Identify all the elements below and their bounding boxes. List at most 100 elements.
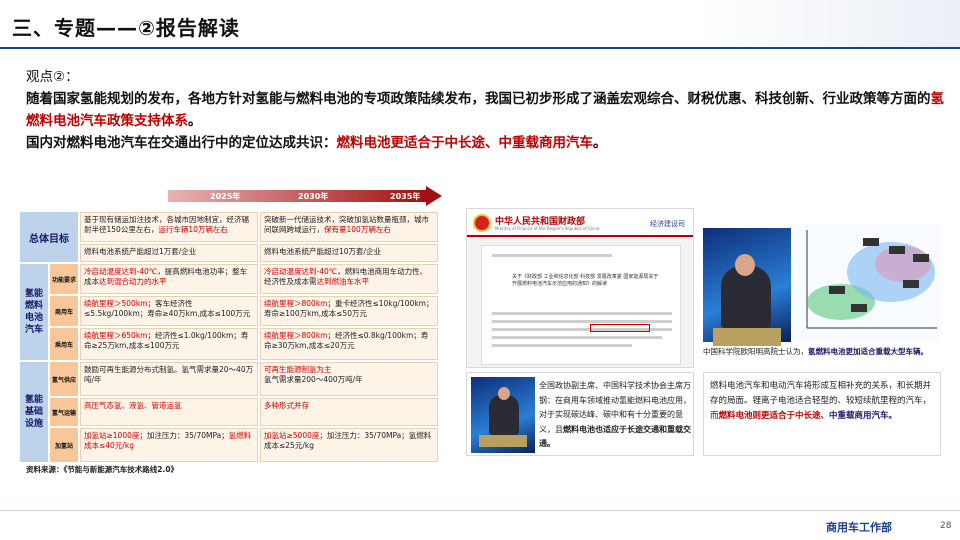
timeline-arrow: 2025年 2030年 2035年 — [168, 186, 442, 206]
doc-highlight-box — [590, 324, 650, 332]
vehicle-thumb — [889, 246, 905, 254]
category-infra: 氢能基础设施 — [20, 362, 48, 462]
conclusion-text: 燃料电池汽车和电动汽车将形成互相补充的关系，和长期并存的局面。锂离子电池适合轻型… — [710, 379, 938, 424]
academician-caption-bold: 氢燃料电池更加适合重载大型车辆。 — [808, 347, 928, 356]
year-2025: 2025年 — [210, 192, 241, 201]
doc-line — [492, 336, 662, 339]
overall-2025-cell: 基于现有储运加注技术，各城市因地制宜，经济辐射半径150公里左右，运行车辆10万… — [80, 212, 258, 242]
title-divider — [0, 47, 960, 49]
infra-station-2030-highlight: 加氢站≥5000座 — [264, 431, 320, 440]
doc-line — [492, 344, 632, 347]
infra-transport-2025: 高压气态氢、液氢、管道运氢 — [80, 398, 258, 426]
video-still — [703, 228, 791, 346]
footer-divider — [0, 510, 960, 511]
fcv-passenger-2030-highlight: 续航里程＞800km — [264, 331, 328, 340]
intro-p1-text: 随着国家氢能规划的发布，各地方针对氢能与燃料电池的专项政策陆续发布，我国已初步形… — [26, 91, 931, 107]
intro-paragraph-2: 国内对燃料电池汽车在交通出行中的定位达成共识：燃料电池更适合于中长途、中重载商用… — [26, 132, 946, 154]
fcv-sub-function: 功能要求 — [50, 264, 78, 294]
footer-department: 商用车工作部 — [826, 521, 892, 534]
infra-supply-2030-text: 氢气需求量200～400万吨/年 — [264, 375, 363, 384]
fcv-function-2025-highlight-2: 达到混合动力的水平 — [99, 277, 167, 286]
mof-screenshot: 中华人民共和国财政部 Ministry of Finance of the Pe… — [466, 208, 694, 368]
mof-header: 中华人民共和国财政部 Ministry of Finance of the Pe… — [467, 209, 693, 237]
timeline-arrow-head — [426, 186, 442, 206]
vehicle-chart-svg — [806, 230, 937, 329]
intro-p2-text: 国内对燃料电池汽车在交通出行中的定位达成共识： — [26, 135, 337, 151]
overall-2025-capacity: 燃料电池系统产能超过1万套/企业 — [80, 244, 258, 262]
vehicle-thumb — [903, 280, 919, 288]
infra-supply-2030-highlight: 可再生能源制氢为主 — [264, 365, 332, 374]
fcv-commercial-2030-highlight: 续航里程＞800km — [264, 299, 328, 308]
infra-sub-transport: 氢气运输 — [50, 398, 78, 426]
intro-text: 观点②： 随着国家氢能规划的发布，各地方针对氢能与燃料电池的专项政策陆续发布，我… — [26, 66, 946, 154]
mof-department: 经济建设司 — [650, 220, 685, 228]
title-decoration — [700, 0, 960, 47]
timeline-arrow-body — [168, 190, 426, 202]
intro-p2-end: 。 — [593, 135, 607, 151]
infra-supply-2025: 鼓励可再生能源分布式制氢。氢气需求量20～40万吨/年 — [80, 362, 258, 396]
wangang-quote: 全国政协副主席、中国科学技术协会主席万钢：在商用车领域推动氢能燃料电池应用，对于… — [539, 379, 691, 452]
fcv-commercial-2025: 续航里程＞500km；客车经济性≤5.5kg/100km；寿命≥40万km,成本… — [80, 296, 258, 326]
infra-station-2030: 加氢站≥5000座；加注压力：35/70MPa；氢燃料成本≤25元/kg — [260, 428, 438, 462]
infra-sub-supply: 氢气供应 — [50, 362, 78, 396]
video-still — [471, 377, 535, 453]
vehicle-chart-image — [793, 224, 941, 342]
infra-supply-2030: 可再生能源制氢为主 氢气需求量200～400万吨/年 — [260, 362, 438, 396]
fcv-function-2030-highlight: 冷启动温度达到-40℃ — [264, 267, 338, 276]
fcv-passenger-2025: 续航里程＞650km；经济性≤1.0kg/100km；寿命≥25万km,成本≤1… — [80, 328, 258, 360]
overall-2030-capacity: 燃料电池系统产能超过10万套/企业 — [260, 244, 438, 262]
fcv-function-2030: 冷启动温度达到-40℃，燃料电池商用车动力性、经济性及成本需达到燃油车水平 — [260, 264, 438, 294]
fcv-passenger-2025-highlight: 续航里程＞650km — [84, 331, 148, 340]
infra-transport-2030: 多种形式并存 — [260, 398, 438, 426]
speaker-face — [735, 254, 755, 276]
overall-2025-highlight: 运行车辆10万辆左右 — [158, 225, 228, 234]
speaker-figure — [489, 395, 519, 435]
fcv-passenger-2030: 续航里程＞800km；经济性≤0.8kg/100km；寿命≥30万km,成本≤2… — [260, 328, 438, 360]
infra-station-2025-highlight: 加氢站≥1000座 — [84, 431, 140, 440]
fcv-commercial-2025-highlight: 续航里程＞500km — [84, 299, 148, 308]
year-2030: 2030年 — [298, 192, 329, 201]
fcv-function-2030-highlight-2: 达到燃油车水平 — [316, 277, 370, 286]
doc-line — [492, 254, 612, 257]
academician-panel: 中国科学院欧阳明高院士认为，氢燃料电池更加适合重载大型车辆。 — [703, 208, 941, 358]
category-fcv: 氢能燃料电池汽车 — [20, 264, 48, 360]
fcv-sub-passenger: 乘用车 — [50, 328, 78, 360]
doc-title: 关于《财政部 工业和信息化部 科技部 发展改革委 国家能源局关于开展燃料电池汽车… — [512, 274, 659, 287]
title-bar: 三、专题——②报告解读 — [0, 0, 960, 49]
mof-document: 关于《财政部 工业和信息化部 科技部 发展改革委 国家能源局关于开展燃料电池汽车… — [481, 245, 681, 365]
conclusion-panel: 燃料电池汽车和电动汽车将形成互相补充的关系，和长期并存的局面。锂离子电池适合轻型… — [703, 372, 941, 456]
wangang-panel: 全国政协副主席、中国科学技术协会主席万钢：在商用车领域推动氢能燃料电池应用，对于… — [466, 372, 694, 456]
year-2035: 2035年 — [390, 192, 421, 201]
overall-2030-highlight: 保有量100万辆左右 — [324, 225, 391, 234]
mof-english-name: Ministry of Finance of the People's Repu… — [495, 226, 600, 231]
speaker-face — [498, 387, 510, 400]
page-number: 28 — [940, 521, 952, 531]
academician-caption-text: 中国科学院欧阳明高院士认为， — [703, 347, 808, 356]
roadmap-table: 2025年 2030年 2035年 总体目标 基于现有储运加注技术，各城市因地制… — [20, 186, 442, 480]
overall-2030-cell: 突破新一代储运技术，突破加氢站数量瓶颈，城市间联网跨域运行，保有量100万辆左右 — [260, 212, 438, 242]
fcv-commercial-2030: 续航里程＞800km；重卡经济性≤10kg/100km；寿命≥100万km,成本… — [260, 296, 438, 326]
intro-p2-highlight: 燃料电池更适合于中长途、中重载商用汽车 — [336, 135, 594, 151]
category-overall: 总体目标 — [20, 212, 78, 262]
vehicle-thumb — [913, 254, 929, 262]
speaker-plaque — [479, 435, 527, 447]
infra-station-2025: 加氢站≥1000座；加注压力：35/70MPa；氢燃料成本≤40元/kg — [80, 428, 258, 462]
viewpoint-label: 观点②： — [26, 69, 79, 85]
speaker-plaque — [713, 328, 781, 346]
doc-line — [492, 312, 672, 315]
academician-caption: 中国科学院欧阳明高院士认为，氢燃料电池更加适合重载大型车辆。 — [703, 346, 943, 357]
vehicle-thumb — [863, 238, 879, 246]
fcv-function-2025: 冷启动温度达到-40℃，提高燃料电池功率；整车成本达到混合动力的水平 — [80, 264, 258, 294]
infra-sub-station: 加氢站 — [50, 428, 78, 462]
doc-line — [492, 320, 672, 323]
fcv-function-2025-highlight: 冷启动温度达到-40℃ — [84, 267, 158, 276]
page-title: 三、专题——②报告解读 — [12, 16, 240, 40]
infra-station-2025-text: ；加注压力：35/70MPa； — [139, 431, 229, 440]
conclusion-text-bold: 中重载商用汽车。 — [829, 411, 898, 421]
intro-paragraph-1: 随着国家氢能规划的发布，各地方针对氢能与燃料电池的专项政策陆续发布，我国已初步形… — [26, 88, 946, 132]
fcv-sub-commercial: 商用车 — [50, 296, 78, 326]
vehicle-thumb — [851, 304, 867, 312]
conclusion-text-highlight: 燃料电池则更适合于中长途、 — [718, 411, 830, 421]
national-emblem-icon — [473, 214, 491, 232]
roadmap-source: 资料来源：《节能与新能源汽车技术路线2.0》 — [26, 465, 179, 474]
